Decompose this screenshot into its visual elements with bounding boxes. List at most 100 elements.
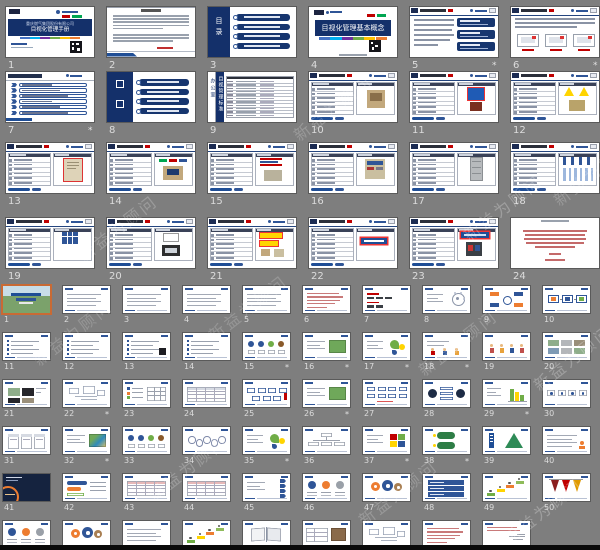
bottom-deck-slide-thumbnail-9[interactable] bbox=[483, 286, 530, 313]
bottom-deck-slide-thumbnail-49[interactable] bbox=[483, 474, 530, 501]
top-deck-slide-thumbnail-23[interactable] bbox=[410, 218, 498, 268]
slide-title-dash bbox=[545, 382, 553, 384]
top-deck-slide-thumbnail-11[interactable] bbox=[410, 72, 498, 122]
top-deck-slide-thumbnail-6[interactable] bbox=[511, 7, 599, 57]
bottom-deck-slide-thumbnail-47[interactable] bbox=[363, 474, 410, 501]
top-deck-slide-thumbnail-8[interactable] bbox=[107, 72, 195, 122]
shape bbox=[137, 404, 167, 405]
shape bbox=[321, 495, 331, 496]
bottom-deck-slide-thumbnail-38[interactable] bbox=[423, 427, 470, 454]
shape bbox=[547, 442, 577, 443]
top-deck-slide-thumbnail-7[interactable] bbox=[6, 72, 94, 122]
bottom-deck-slide-thumbnail[interactable] bbox=[243, 521, 290, 548]
bottom-deck-slide-thumbnail-22[interactable] bbox=[63, 380, 110, 407]
bottom-deck-slide-thumbnail-30[interactable] bbox=[543, 380, 590, 407]
top-deck-slide-thumbnail-16[interactable] bbox=[309, 143, 397, 193]
bottom-deck-slide-thumbnail-3[interactable] bbox=[123, 286, 170, 313]
top-deck-slide-thumbnail-14[interactable] bbox=[107, 143, 195, 193]
bottom-deck-slide-thumbnail-7[interactable] bbox=[363, 286, 410, 313]
bottom-deck-slide-thumbnail-26[interactable] bbox=[303, 380, 350, 407]
bottom-deck-slide-thumbnail-33[interactable] bbox=[123, 427, 170, 454]
bottom-deck-slide-thumbnail-50[interactable] bbox=[543, 474, 590, 501]
bottom-deck-slide-thumbnail-15[interactable] bbox=[243, 333, 290, 360]
bottom-deck-slide-thumbnail[interactable] bbox=[183, 521, 230, 548]
top-deck-slide-thumbnail-19[interactable] bbox=[6, 218, 94, 268]
bottom-deck-slide-thumbnail-5[interactable] bbox=[243, 286, 290, 313]
top-deck-slide-thumbnail-12[interactable] bbox=[511, 72, 599, 122]
bottom-deck-slide-thumbnail[interactable] bbox=[303, 521, 350, 548]
bottom-deck-slide-thumbnail[interactable] bbox=[363, 521, 410, 548]
header-title-bar bbox=[521, 145, 547, 148]
shape bbox=[497, 357, 527, 358]
bottom-deck-slide-thumbnail-31[interactable] bbox=[3, 427, 50, 454]
bottom-deck-slide-thumbnail-14[interactable] bbox=[183, 333, 230, 360]
bottom-deck-slide-thumbnail-37[interactable] bbox=[363, 427, 410, 454]
bottom-deck-slide-thumbnail-44[interactable] bbox=[183, 474, 230, 501]
bottom-deck-slide-thumbnail-17[interactable] bbox=[363, 333, 410, 360]
shape bbox=[427, 301, 443, 302]
slide-number: 12 bbox=[513, 126, 526, 136]
bottom-deck-slide-thumbnail-21[interactable] bbox=[3, 380, 50, 407]
bottom-deck-slide-thumbnail-8[interactable] bbox=[423, 286, 470, 313]
top-deck-slide-thumbnail-3[interactable]: 目录 bbox=[208, 7, 296, 57]
bottom-deck-slide-thumbnail-28[interactable] bbox=[423, 380, 470, 407]
bottom-deck-slide-thumbnail-23[interactable] bbox=[123, 380, 170, 407]
bottom-deck-slide-thumbnail[interactable] bbox=[123, 521, 170, 548]
bottom-deck-slide-thumbnail-2[interactable] bbox=[63, 286, 110, 313]
top-deck-slide-thumbnail-21[interactable] bbox=[208, 218, 296, 268]
bottom-deck-slide-thumbnail-10[interactable] bbox=[543, 286, 590, 313]
bottom-deck-slide-thumbnail-46[interactable] bbox=[303, 474, 350, 501]
top-deck-slide-thumbnail-10[interactable] bbox=[309, 72, 397, 122]
shape bbox=[210, 153, 253, 186]
top-deck-slide-thumbnail-20[interactable] bbox=[107, 218, 195, 268]
bottom-deck-slide-thumbnail-41[interactable] bbox=[3, 474, 50, 501]
top-deck-slide-thumbnail-4[interactable]: 目视化管理基本概念 bbox=[309, 7, 397, 57]
bottom-deck-slide-thumbnail-39[interactable] bbox=[483, 427, 530, 454]
bottom-deck-slide-thumbnail-48[interactable] bbox=[423, 474, 470, 501]
bottom-deck-slide-thumbnail[interactable] bbox=[423, 521, 470, 548]
bottom-deck-slide-thumbnail-4[interactable] bbox=[183, 286, 230, 313]
bottom-deck-slide-thumbnail[interactable] bbox=[3, 521, 50, 548]
top-deck-slide-thumbnail-24[interactable] bbox=[511, 218, 599, 268]
bottom-deck-slide-thumbnail-18[interactable] bbox=[423, 333, 470, 360]
bottom-deck-slide-thumbnail-13[interactable] bbox=[123, 333, 170, 360]
top-deck-slide-thumbnail-18[interactable] bbox=[511, 143, 599, 193]
top-deck-slide-thumbnail-15[interactable] bbox=[208, 143, 296, 193]
top-deck-slide-thumbnail-17[interactable] bbox=[410, 143, 498, 193]
top-deck-slide-thumbnail-5[interactable] bbox=[410, 7, 498, 57]
bottom-deck-slide-thumbnail-29[interactable] bbox=[483, 380, 530, 407]
bottom-deck-slide-thumbnail-24[interactable] bbox=[183, 380, 230, 407]
bottom-deck-slide-thumbnail-34[interactable] bbox=[183, 427, 230, 454]
bottom-deck-slide-thumbnail-43[interactable] bbox=[123, 474, 170, 501]
bottom-deck-slide-thumbnail[interactable] bbox=[483, 521, 530, 548]
shape bbox=[67, 301, 101, 302]
bottom-deck-slide-thumbnail-27[interactable] bbox=[363, 380, 410, 407]
bottom-deck-slide-thumbnail-40[interactable] bbox=[543, 427, 590, 454]
top-deck-slide-thumbnail-13[interactable] bbox=[6, 143, 94, 193]
top-deck-slide-thumbnail-22[interactable] bbox=[309, 218, 397, 268]
bottom-deck-slide-thumbnail-36[interactable] bbox=[303, 427, 350, 454]
bottom-deck-slide-thumbnail-6[interactable] bbox=[303, 286, 350, 313]
top-deck-slide-thumbnail-1[interactable]: 重庆燃气集团股份有限公司目视化管理手册 bbox=[6, 7, 94, 57]
bottom-deck-slide-thumbnail-1[interactable] bbox=[3, 286, 50, 313]
shape bbox=[67, 344, 69, 346]
shape bbox=[475, 146, 487, 148]
bottom-deck-slide-thumbnail[interactable] bbox=[63, 521, 110, 548]
bottom-deck-slide-thumbnail-11[interactable] bbox=[3, 333, 50, 360]
bottom-deck-slide-thumbnail-20[interactable] bbox=[543, 333, 590, 360]
header-logo-dash bbox=[461, 523, 468, 525]
bottom-deck-slide-thumbnail-45[interactable] bbox=[243, 474, 290, 501]
header-logo-dash bbox=[341, 335, 348, 337]
bottom-deck-slide-thumbnail-35[interactable] bbox=[243, 427, 290, 454]
top-deck-slide-thumbnail-2[interactable] bbox=[107, 7, 195, 57]
shape bbox=[127, 353, 129, 355]
top-deck-slide-thumbnail-9[interactable]: 办公室目视管理标准 bbox=[208, 72, 296, 122]
bottom-deck-slide-thumbnail-19[interactable] bbox=[483, 333, 530, 360]
bottom-deck-slide-thumbnail-16[interactable] bbox=[303, 333, 350, 360]
bottom-deck-slide-thumbnail-12[interactable] bbox=[63, 333, 110, 360]
shape bbox=[273, 146, 285, 148]
page-header-title bbox=[141, 9, 161, 12]
bottom-deck-slide-thumbnail-25[interactable] bbox=[243, 380, 290, 407]
bottom-deck-slide-thumbnail-42[interactable] bbox=[63, 474, 110, 501]
bottom-deck-slide-thumbnail-32[interactable] bbox=[63, 427, 110, 454]
